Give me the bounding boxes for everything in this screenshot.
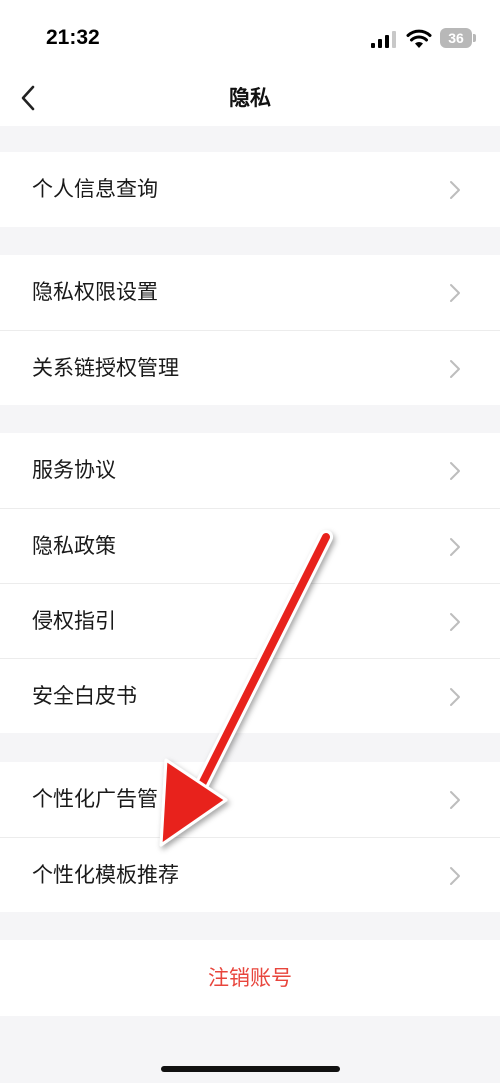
status-bar: 21:32 36 <box>0 0 500 70</box>
menu-item-privacy-permissions[interactable]: 隐私权限设置 <box>0 255 500 330</box>
menu-item-personalized-ads[interactable]: 个性化广告管 <box>0 762 500 837</box>
menu-item-label: 个性化广告管 <box>32 787 158 811</box>
menu-item-privacy-policy[interactable]: 隐私政策 <box>0 508 500 583</box>
chevron-right-icon <box>450 181 460 199</box>
chevron-right-icon <box>450 867 460 885</box>
status-time: 21:32 <box>46 26 100 49</box>
menu-item-personal-info-query[interactable]: 个人信息查询 <box>0 152 500 227</box>
settings-group-personalization: 个性化广告管 个性化模板推荐 <box>0 762 500 912</box>
chevron-right-icon <box>450 284 460 302</box>
menu-item-label: 安全白皮书 <box>32 684 137 708</box>
signal-icon <box>371 31 396 48</box>
nav-bar: 隐私 <box>0 70 500 126</box>
menu-item-service-agreement[interactable]: 服务协议 <box>0 433 500 508</box>
wifi-icon <box>406 29 432 48</box>
back-icon[interactable] <box>14 82 46 114</box>
home-indicator <box>161 1066 340 1072</box>
chevron-right-icon <box>450 462 460 480</box>
menu-item-personalized-template-recommend[interactable]: 个性化模板推荐 <box>0 837 500 912</box>
settings-group-personal-info: 个人信息查询 <box>0 152 500 227</box>
chevron-right-icon <box>450 360 460 378</box>
menu-item-label: 隐私权限设置 <box>32 280 158 304</box>
page-title: 隐私 <box>229 86 271 110</box>
chevron-right-icon <box>450 688 460 706</box>
battery-icon: 36 <box>440 28 472 48</box>
settings-group-permissions: 隐私权限设置 关系链授权管理 <box>0 255 500 405</box>
menu-item-label: 侵权指引 <box>32 609 116 633</box>
chevron-right-icon <box>450 613 460 631</box>
menu-item-label: 服务协议 <box>32 458 116 482</box>
menu-item-label: 个性化模板推荐 <box>32 863 179 887</box>
menu-item-label: 隐私政策 <box>32 534 116 558</box>
settings-group-agreements: 服务协议 隐私政策 侵权指引 安全白皮书 <box>0 433 500 733</box>
menu-item-label: 关系链授权管理 <box>32 356 179 380</box>
chevron-right-icon <box>450 791 460 809</box>
chevron-right-icon <box>450 538 460 556</box>
menu-item-label: 个人信息查询 <box>32 177 158 201</box>
battery-tip <box>473 34 476 42</box>
menu-item-security-whitepaper[interactable]: 安全白皮书 <box>0 658 500 733</box>
deactivate-account-button[interactable]: 注销账号 <box>0 940 500 1016</box>
menu-item-infringement-guide[interactable]: 侵权指引 <box>0 583 500 658</box>
menu-item-relation-chain-auth[interactable]: 关系链授权管理 <box>0 330 500 405</box>
